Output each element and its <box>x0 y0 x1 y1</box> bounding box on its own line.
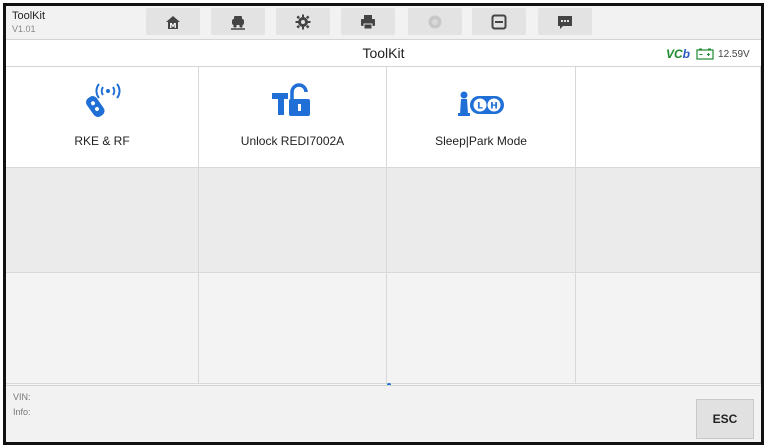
empty-cell <box>199 273 387 384</box>
tool-rke-rf[interactable]: RKE & RF <box>6 67 199 168</box>
home-button[interactable]: M <box>146 8 200 35</box>
empty-cell <box>576 67 761 168</box>
rke-rf-icon <box>86 83 121 118</box>
printer-icon <box>361 14 375 29</box>
empty-cell <box>387 168 576 273</box>
save-button[interactable] <box>472 8 526 35</box>
gear-icon <box>295 14 311 29</box>
esc-button[interactable]: ESC <box>696 399 754 439</box>
tool-label: Sleep|Park Mode <box>435 134 527 148</box>
vci-label: VCb <box>666 47 691 61</box>
app-window: ToolKit V1.01 M ToolKit VCb 12.59V RKE &… <box>3 3 764 445</box>
empty-cell <box>199 168 387 273</box>
app-title: ToolKit <box>12 10 46 22</box>
save-icon <box>491 14 507 29</box>
top-toolbar: ToolKit V1.01 M <box>6 6 761 40</box>
app-version: V1.01 <box>12 24 36 34</box>
vci-status: VCb 12.59V <box>666 47 750 61</box>
message-button[interactable] <box>538 8 592 35</box>
battery-voltage: 12.59V <box>718 48 750 60</box>
svg-text:L: L <box>477 102 483 112</box>
print-button[interactable] <box>341 8 395 35</box>
tool-unlock-redi7002a[interactable]: Unlock REDI7002A <box>199 67 387 168</box>
svg-text:H: H <box>490 102 498 112</box>
bottom-bar: VIN: Info: ESC <box>6 385 761 442</box>
empty-cell <box>6 168 199 273</box>
empty-cell <box>6 273 199 384</box>
help-button[interactable] <box>408 8 462 35</box>
empty-cell <box>576 273 761 384</box>
empty-cell <box>576 168 761 273</box>
unlock-icon <box>271 83 310 116</box>
title-bar: ToolKit VCb 12.59V <box>6 40 761 67</box>
sleep-park-icon: L H <box>458 91 504 116</box>
help-icon <box>428 15 442 28</box>
tool-label: Unlock REDI7002A <box>240 134 345 148</box>
toolkit-grid: RKE & RF Unlock REDI7002A L H Sleep|Park… <box>6 67 761 384</box>
vin-label: VIN: <box>13 392 31 402</box>
empty-cell <box>387 273 576 384</box>
settings-button[interactable] <box>276 8 330 35</box>
vehicle-swap-icon <box>231 15 245 30</box>
home-icon: M <box>166 15 180 30</box>
battery-icon <box>696 48 714 60</box>
vehicle-swap-button[interactable] <box>211 8 265 35</box>
info-label: Info: <box>13 407 31 417</box>
message-icon <box>558 15 572 29</box>
tool-label: RKE & RF <box>74 134 130 148</box>
page-title: ToolKit <box>362 45 405 61</box>
tool-sleep-park-mode[interactable]: L H Sleep|Park Mode <box>387 67 576 168</box>
svg-text:M: M <box>170 22 177 30</box>
